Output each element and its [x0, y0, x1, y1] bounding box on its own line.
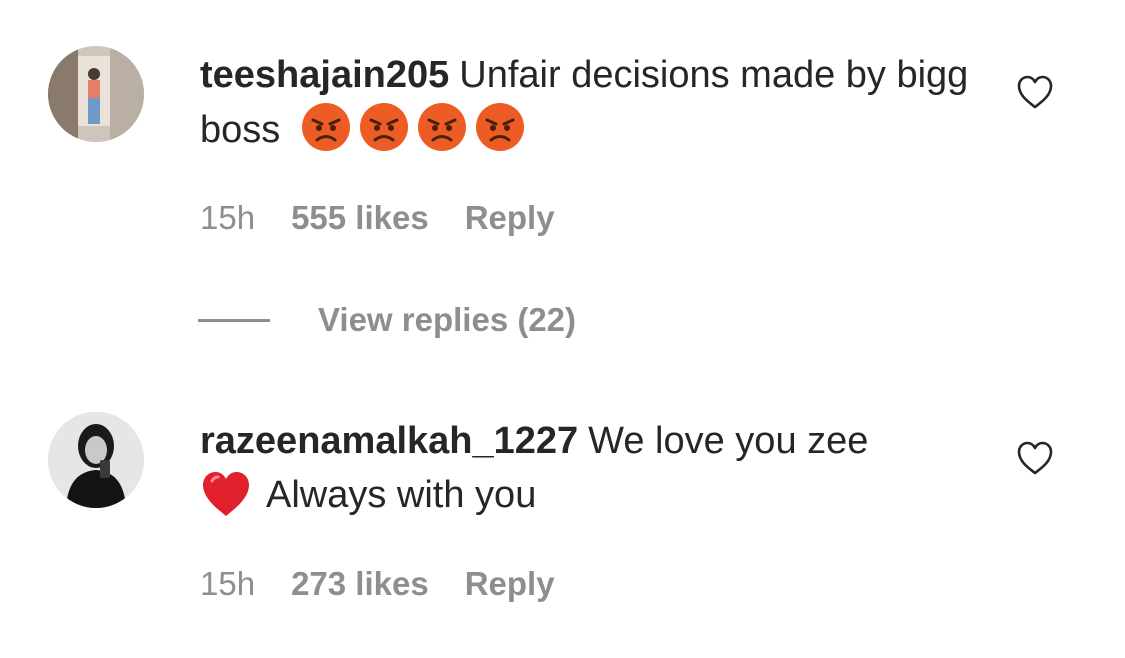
comment-meta: 15h 273 likes Reply — [200, 564, 591, 604]
comment-text: razeenamalkah_1227 We love you zee Always… — [200, 414, 990, 522]
comment-body-part2: Always with you — [266, 474, 537, 516]
like-heart-icon[interactable] — [1016, 440, 1054, 476]
comment-text: teeshajain205 Unfair decisions made by bi… — [200, 48, 990, 157]
comment-meta: 15h 555 likes Reply — [200, 198, 591, 238]
comment-time: 15h — [200, 565, 256, 602]
angry-face-icon — [359, 102, 409, 152]
view-replies-label: View replies (22) — [318, 301, 577, 338]
reply-button[interactable]: Reply — [465, 199, 555, 236]
likes-count[interactable]: 273 likes — [291, 565, 429, 602]
username[interactable]: razeenamalkah_1227 — [200, 420, 578, 462]
comment-body-part1: We love you zee — [588, 420, 869, 462]
avatar[interactable] — [48, 412, 144, 508]
username[interactable]: teeshajain205 — [200, 54, 449, 96]
red-heart-icon — [200, 469, 252, 519]
avatar[interactable] — [48, 46, 144, 142]
view-replies-button[interactable]: View replies (22) — [198, 300, 576, 340]
like-heart-icon[interactable] — [1016, 74, 1054, 110]
angry-face-icon — [301, 102, 351, 152]
comment-time: 15h — [200, 199, 256, 236]
angry-face-icon — [417, 102, 467, 152]
reply-button[interactable]: Reply — [465, 565, 555, 602]
likes-count[interactable]: 555 likes — [291, 199, 429, 236]
divider — [198, 318, 270, 322]
angry-face-icon — [475, 102, 525, 152]
